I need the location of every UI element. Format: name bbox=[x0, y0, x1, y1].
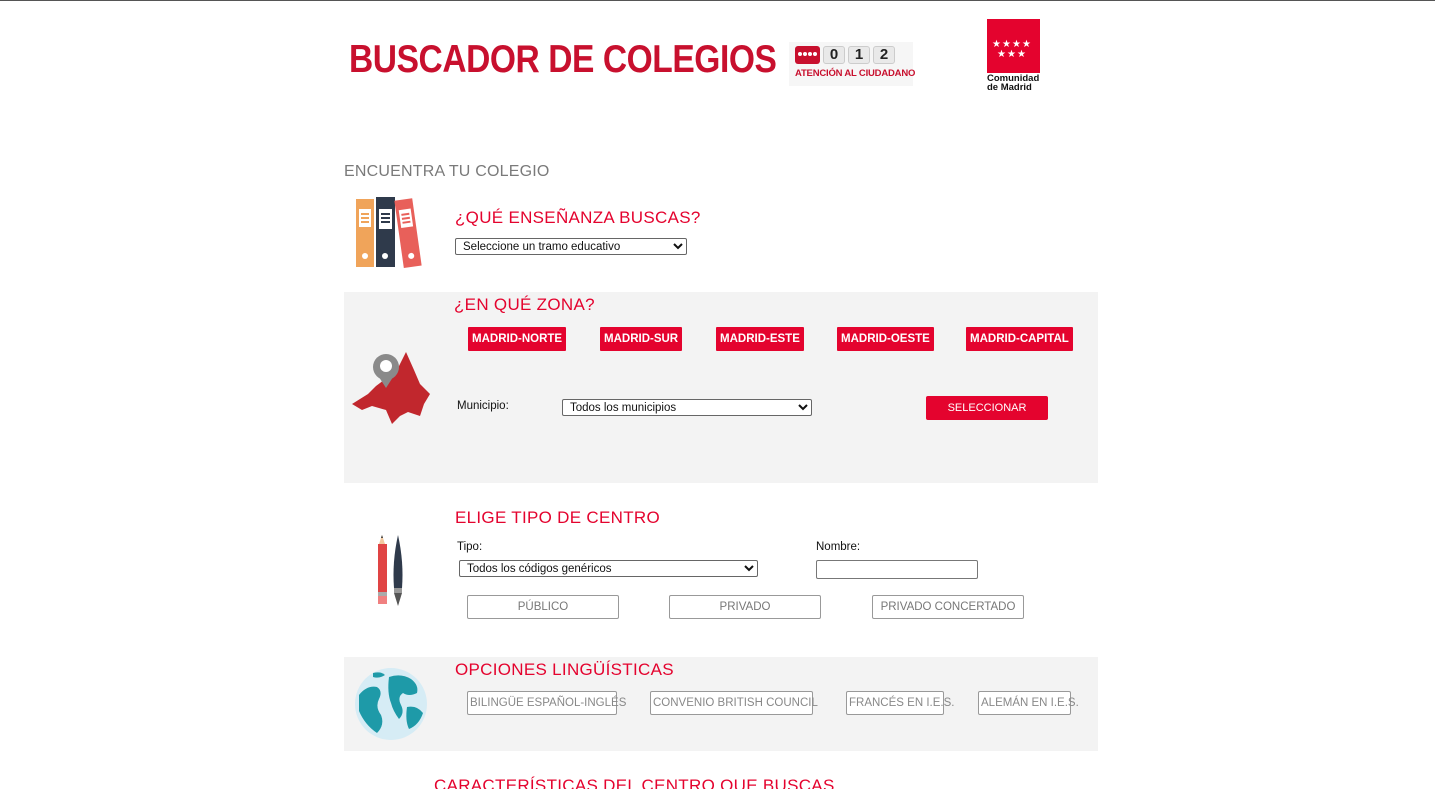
tipo-select[interactable]: Todos los códigos genéricos bbox=[459, 560, 758, 577]
frances-ies-button[interactable]: FRANCÉS EN I.E.S. bbox=[846, 691, 954, 715]
pencil-pen-icon bbox=[378, 535, 403, 606]
aleman-ies-button[interactable]: ALEMÁN EN I.E.S. bbox=[978, 691, 1079, 715]
bilingue-espanol-ingles-button[interactable]: BILINGÜE ESPAÑOL-INGLÉS bbox=[467, 691, 626, 715]
zona-section bbox=[344, 292, 1098, 483]
tramo-educativo-select[interactable]: Seleccione un tramo educativo bbox=[455, 238, 687, 255]
svg-text:★: ★ bbox=[997, 49, 1006, 60]
publico-button[interactable]: PÚBLICO bbox=[467, 595, 619, 619]
caracteristicas-title: CARACTERÍSTICAS DEL CENTRO QUE BUSCAS bbox=[434, 776, 835, 789]
municipio-label: Municipio: bbox=[457, 400, 509, 412]
nombre-label: Nombre: bbox=[816, 541, 861, 553]
convenio-british-council-button[interactable]: CONVENIO BRITISH COUNCIL bbox=[650, 691, 818, 715]
zone-madrid-norte-button[interactable]: MADRID-NORTE bbox=[468, 327, 567, 351]
binders-icon bbox=[356, 197, 422, 269]
badge-caption: ATENCIÓN AL CIUDADANO bbox=[795, 68, 916, 79]
comunidad-madrid-logo[interactable]: ★ ★ ★ ★ ★ ★ ★ bbox=[987, 19, 1040, 73]
tipo-label: Tipo: bbox=[457, 541, 483, 553]
tipo-title: ELIGE TIPO DE CENTRO bbox=[455, 508, 661, 527]
atencion-ciudadano-badge[interactable]: 0 1 2 ATENCIÓN AL CIUDADANO bbox=[789, 42, 916, 86]
comunidad-madrid-text: Comunidad de Madrid bbox=[987, 74, 1039, 93]
top-border bbox=[0, 0, 1435, 1]
seleccionar-button[interactable]: SELECCIONAR bbox=[926, 396, 1048, 420]
privado-button[interactable]: PRIVADO bbox=[669, 595, 821, 619]
stars-icon: ★ ★ ★ ★ ★ ★ ★ bbox=[992, 39, 1031, 60]
madrid-map-icon bbox=[352, 352, 430, 424]
zone-madrid-oeste-button[interactable]: MADRID-OESTE bbox=[837, 327, 934, 351]
zona-title: ¿EN QUÉ ZONA? bbox=[454, 295, 595, 314]
zone-madrid-sur-button[interactable]: MADRID-SUR bbox=[600, 327, 683, 351]
svg-text:★: ★ bbox=[1017, 49, 1026, 60]
badge-digit: 0 bbox=[823, 46, 845, 64]
nombre-input[interactable] bbox=[816, 560, 978, 579]
ensenanza-title: ¿QUÉ ENSEÑANZA BUSCAS? bbox=[455, 208, 701, 227]
zone-madrid-este-button[interactable]: MADRID-ESTE bbox=[716, 327, 804, 351]
badge-digit: 1 bbox=[848, 46, 870, 64]
privado-concertado-button[interactable]: PRIVADO CONCERTADO bbox=[872, 595, 1024, 619]
linguistica-title: OPCIONES LINGÜÍSTICAS bbox=[455, 660, 674, 679]
zone-madrid-capital-button[interactable]: MADRID-CAPITAL bbox=[966, 327, 1073, 351]
page-title: BUSCADOR DE COLEGIOS bbox=[349, 38, 777, 81]
cam-mini-logo-icon bbox=[795, 46, 820, 64]
section-subtitle: ENCUENTRA TU COLEGIO bbox=[344, 163, 550, 180]
svg-text:★: ★ bbox=[1007, 49, 1016, 60]
badge-digit: 2 bbox=[873, 46, 895, 64]
municipio-select[interactable]: Todos los municipios bbox=[562, 399, 812, 416]
globe-icon bbox=[355, 668, 427, 740]
logo-text-line2: de Madrid bbox=[987, 82, 1032, 93]
